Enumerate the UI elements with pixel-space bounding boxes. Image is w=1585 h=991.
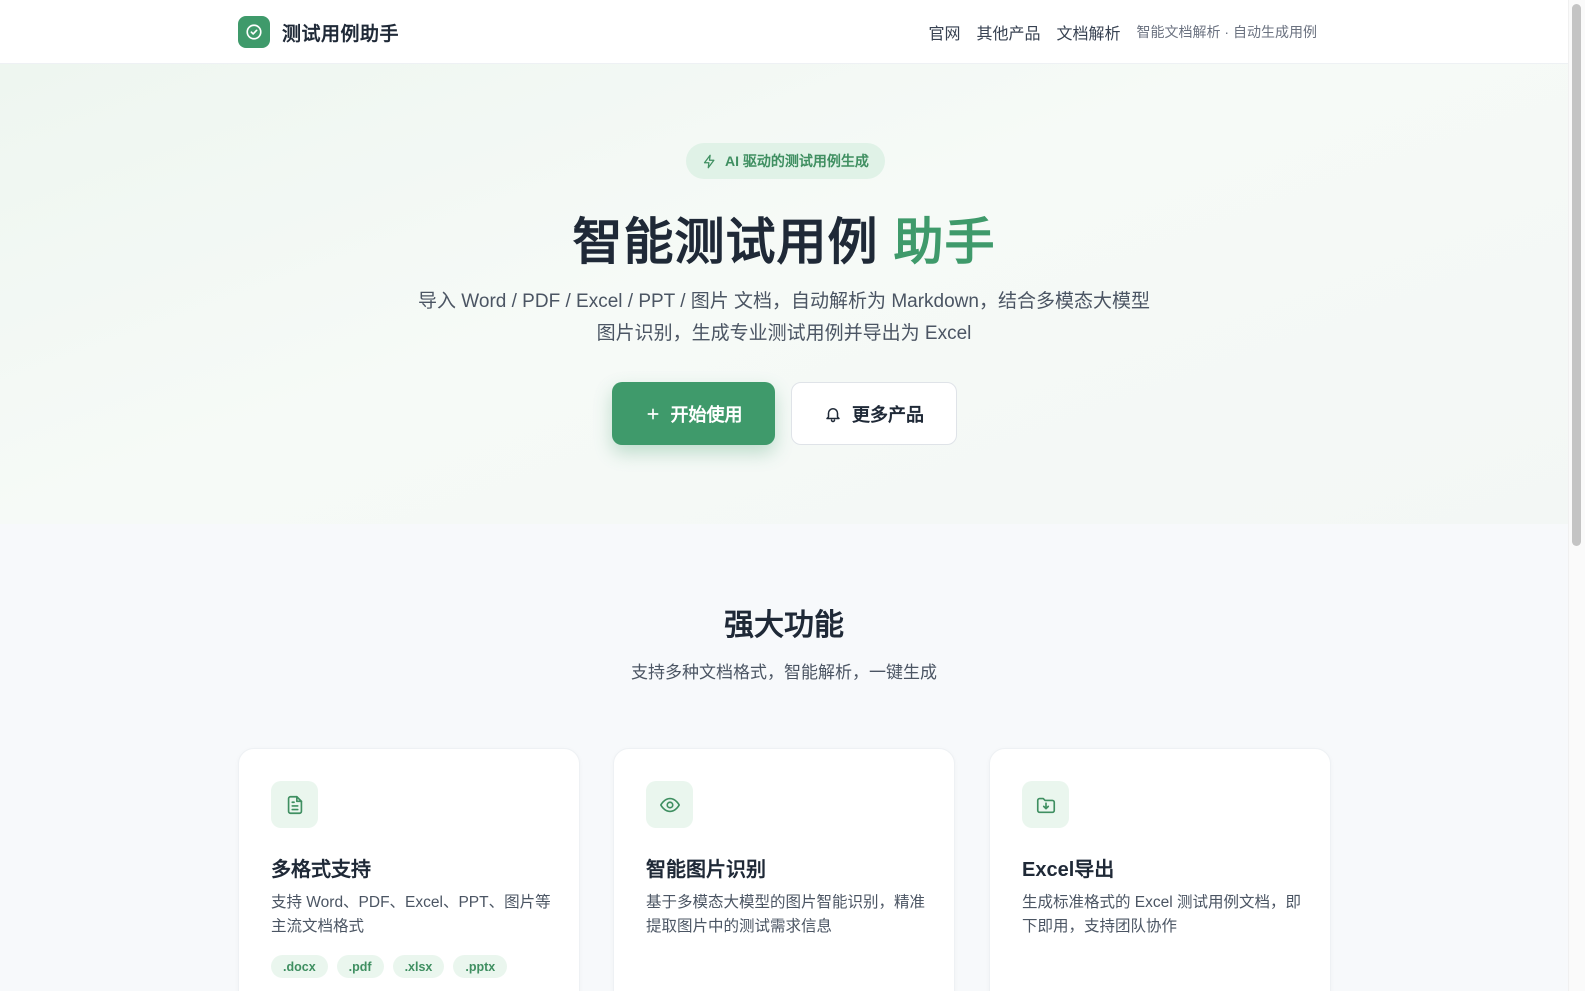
hero-section: AI 驱动的测试用例生成 智能测试用例 助手 导入 Word / PDF / E… (0, 64, 1568, 524)
format-chip: .pdf (336, 955, 384, 978)
hero-title-main: 智能测试用例 (572, 214, 879, 270)
page-scrollbar[interactable] (1568, 0, 1585, 991)
feature-card-image-recognition: 智能图片识别 基于多模态大模型的图片智能识别，精准提取图片中的测试需求信息 (613, 748, 955, 991)
more-products-label: 更多产品 (852, 404, 924, 425)
hero-badge-label: AI 驱动的测试用例生成 (725, 153, 869, 169)
folder-download-icon (1022, 781, 1069, 828)
nav-link-doc-parse[interactable]: 文档解析 (1057, 20, 1121, 44)
hero-title-accent: 助手 (893, 214, 996, 270)
hero-title: 智能测试用例 助手 (0, 202, 1568, 274)
features-title: 强大功能 (724, 609, 844, 642)
nav-link-official-site[interactable]: 官网 (929, 20, 961, 44)
features-subtitle: 支持多种文档格式，智能解析，一键生成 (631, 663, 937, 682)
top-navbar: 测试用例助手 官网 其他产品 文档解析 智能文档解析 · 自动生成用例 (0, 0, 1568, 64)
card-description: 基于多模态大模型的图片智能识别，精准提取图片中的测试需求信息 (646, 894, 926, 935)
card-description: 生成标准格式的 Excel 测试用例文档，即下即用，支持团队协作 (1022, 894, 1302, 935)
card-description: 支持 Word、PDF、Excel、PPT、图片等主流文档格式 (271, 894, 551, 935)
hero-desc-line-1: 导入 Word / PDF / Excel / PPT / 图片 文档，自动解析… (418, 291, 1150, 312)
brand-name: 测试用例助手 (282, 23, 400, 45)
card-title: 智能图片识别 (646, 859, 766, 881)
feature-card-excel-export: Excel导出 生成标准格式的 Excel 测试用例文档，即下即用，支持团队协作 (989, 748, 1331, 991)
hero-badge: AI 驱动的测试用例生成 (686, 143, 885, 179)
scrollbar-thumb[interactable] (1572, 4, 1581, 546)
format-chip: .pptx (453, 955, 508, 978)
nav-tagline: 智能文档解析 · 自动生成用例 (1136, 24, 1317, 40)
start-button-label: 开始使用 (670, 404, 743, 425)
more-products-button[interactable]: 更多产品 (791, 382, 957, 445)
card-title: 多格式支持 (271, 859, 371, 881)
zap-icon (703, 154, 715, 168)
document-icon (271, 781, 318, 828)
hero-desc-line-2: 图片识别，生成专业测试用例并导出为 Excel (596, 323, 972, 344)
eye-icon (646, 781, 693, 828)
brand[interactable]: 测试用例助手 (238, 16, 399, 48)
check-circle-icon (238, 16, 270, 48)
format-chip: .xlsx (392, 955, 445, 978)
plus-icon (647, 408, 658, 419)
hero-description: 导入 Word / PDF / Excel / PPT / 图片 文档，自动解析… (0, 286, 1568, 350)
main-nav: 官网 其他产品 文档解析 智能文档解析 · 自动生成用例 (929, 20, 1318, 44)
nav-link-other-products[interactable]: 其他产品 (977, 20, 1041, 44)
card-title: Excel导出 (1022, 859, 1115, 881)
bell-icon (826, 407, 840, 422)
format-chips: .docx .pdf .xlsx .pptx (271, 955, 561, 978)
format-chip: .docx (271, 955, 328, 978)
start-button[interactable]: 开始使用 (612, 382, 775, 445)
feature-card-multi-format: 多格式支持 支持 Word、PDF、Excel、PPT、图片等主流文档格式 .d… (238, 748, 580, 991)
